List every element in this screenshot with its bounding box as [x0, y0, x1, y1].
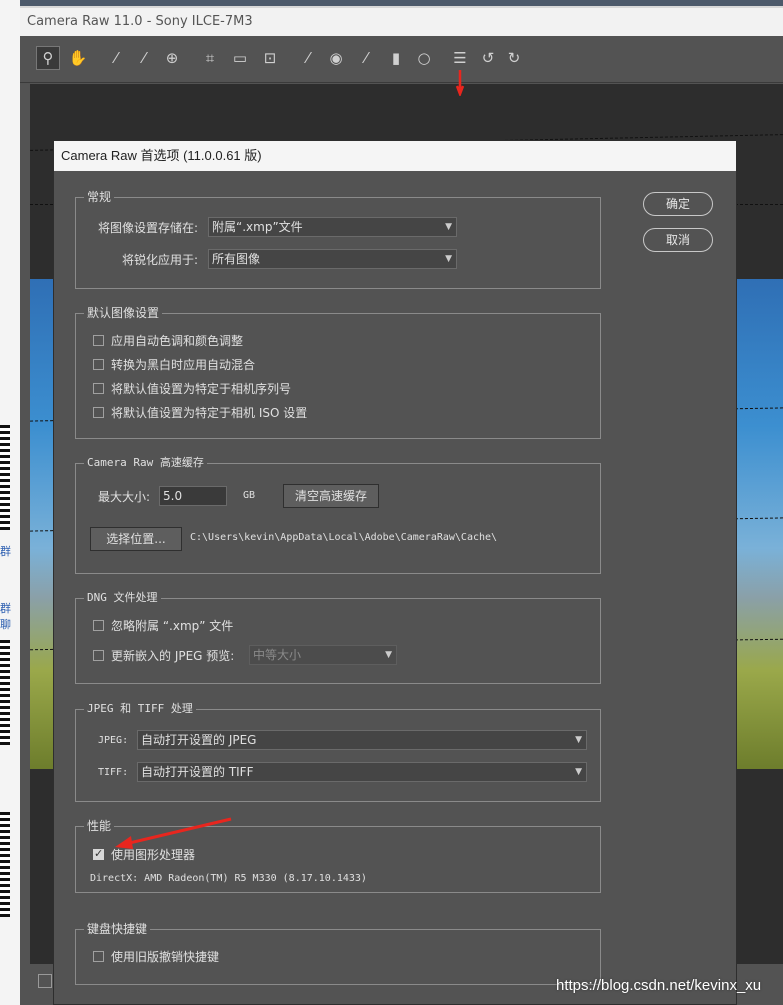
ok-button[interactable]: 确定: [643, 192, 713, 216]
targeted-adjustment-icon[interactable]: ⊕: [160, 46, 184, 70]
jpeg-select[interactable]: 自动打开设置的 JPEG ▼: [137, 730, 587, 750]
color-sampler-icon[interactable]: ⁄: [132, 46, 156, 70]
sharpen-select[interactable]: 所有图像 ▼: [208, 249, 457, 269]
qr-code-image: [0, 812, 10, 917]
annotation-arrow-icon: [455, 70, 465, 96]
jpeg-tiff-group: JPEG 和 TIFF 处理 JPEG: 自动打开设置的 JPEG ▼ TIFF:…: [75, 701, 601, 802]
group-legend: 键盘快捷键: [84, 921, 151, 937]
select-value: 中等大小: [253, 648, 302, 662]
chevron-down-icon: ▼: [575, 735, 582, 745]
qr-code-image: [0, 425, 10, 530]
preferences-dialog: Camera Raw 首选项 (11.0.0.61 版) 确定 取消 常规 将图…: [53, 140, 737, 1005]
legacy-undo-checkbox[interactable]: [93, 951, 104, 962]
save-settings-label: 将图像设置存储在:: [98, 221, 199, 235]
preferences-icon[interactable]: ☰: [448, 46, 472, 70]
group-legend: Camera Raw 高速缓存: [84, 455, 207, 471]
side-text: 群聊: [0, 602, 11, 631]
watermark: https://blog.csdn.net/kevinx_xu: [556, 977, 762, 994]
sharpen-label: 将锐化应用于:: [122, 253, 199, 267]
background-window-strip: [0, 0, 783, 6]
crop-icon[interactable]: ⌗: [198, 46, 222, 70]
general-group: 常规 将图像设置存储在: 附属“.xmp”文件 ▼ 将锐化应用于: 所有图像 ▼: [75, 189, 601, 289]
group-legend: 默认图像设置: [84, 305, 163, 321]
hand-icon[interactable]: ✋: [66, 46, 90, 70]
select-value: 自动打开设置的 TIFF: [141, 765, 254, 779]
directx-info: DirectX: AMD Radeon(TM) R5 M330 (8.17.10…: [90, 873, 367, 884]
serial-number-checkbox[interactable]: [93, 383, 104, 394]
group-legend: JPEG 和 TIFF 处理: [84, 701, 196, 717]
keyboard-shortcuts-group: 键盘快捷键 使用旧版撤销快捷键: [75, 921, 601, 985]
chevron-down-icon: ▼: [445, 254, 452, 264]
jpeg-label: JPEG:: [98, 735, 129, 746]
chevron-down-icon: ▼: [385, 650, 392, 660]
select-value: 附属“.xmp”文件: [212, 220, 303, 234]
rotate-left-icon[interactable]: ↺: [476, 46, 500, 70]
checkbox-label: 将默认值设置为特定于相机 ISO 设置: [111, 406, 308, 420]
dialog-title: Camera Raw 首选项 (11.0.0.61 版): [54, 141, 736, 171]
group-legend: DNG 文件处理: [84, 590, 161, 606]
cache-path: C:\Users\kevin\AppData\Local\Adobe\Camer…: [190, 532, 498, 543]
cache-group: Camera Raw 高速缓存 最大大小: 5.0 GB 清空高速缓存 选择位置…: [75, 455, 601, 574]
rotate-right-icon[interactable]: ↻: [502, 46, 526, 70]
auto-grayscale-checkbox[interactable]: [93, 359, 104, 370]
save-settings-select[interactable]: 附属“.xmp”文件 ▼: [208, 217, 457, 237]
spot-removal-icon[interactable]: ⁄: [296, 46, 320, 70]
qr-code-image: [0, 640, 10, 745]
radial-filter-icon[interactable]: ○: [412, 46, 436, 70]
select-value: 所有图像: [212, 252, 261, 266]
transform-icon[interactable]: ⊡: [258, 46, 282, 70]
zoom-icon[interactable]: ⚲: [36, 46, 60, 70]
group-legend: 常规: [84, 189, 115, 205]
chevron-down-icon: ▼: [575, 767, 582, 777]
default-image-settings-group: 默认图像设置 应用自动色调和颜色调整 转换为黑白时应用自动混合 将默认值设置为特…: [75, 305, 601, 439]
max-size-label: 最大大小:: [98, 490, 151, 504]
select-value: 自动打开设置的 JPEG: [141, 733, 257, 747]
window-title: Camera Raw 11.0 - Sony ILCE-7M3: [20, 8, 783, 36]
tiff-select[interactable]: 自动打开设置的 TIFF ▼: [137, 762, 587, 782]
toolbar: ⚲ ✋ ⁄ ⁄ ⊕ ⌗ ▭ ⊡ ⁄ ◉ ⁄ ▮ ○ ☰ ↺ ↻: [20, 36, 783, 83]
annotation-arrow-icon: [115, 817, 232, 849]
checkbox-label: 应用自动色调和颜色调整: [111, 334, 244, 348]
straighten-icon[interactable]: ▭: [228, 46, 252, 70]
graduated-filter-icon[interactable]: ▮: [384, 46, 408, 70]
max-size-input[interactable]: 5.0: [159, 486, 227, 506]
checkbox-label: 将默认值设置为特定于相机序列号: [111, 382, 292, 396]
cancel-button[interactable]: 取消: [643, 228, 713, 252]
chevron-down-icon: ▼: [445, 222, 452, 232]
checkbox-label: 转换为黑白时应用自动混合: [111, 358, 256, 372]
side-text: 群: [0, 545, 11, 558]
red-eye-icon[interactable]: ◉: [324, 46, 348, 70]
tiff-label: TIFF:: [98, 767, 129, 778]
auto-tone-checkbox[interactable]: [93, 335, 104, 346]
iso-checkbox[interactable]: [93, 407, 104, 418]
ignore-xmp-checkbox[interactable]: [93, 620, 104, 631]
preview-size-select[interactable]: 中等大小 ▼: [249, 645, 397, 665]
checkbox-label: 使用旧版撤销快捷键: [111, 950, 220, 964]
select-location-button[interactable]: 选择位置...: [90, 527, 182, 551]
white-balance-icon[interactable]: ⁄: [104, 46, 128, 70]
minus-icon[interactable]: [38, 974, 52, 988]
background-page-strip: 群 群聊: [0, 0, 20, 1005]
update-jpeg-preview-checkbox[interactable]: [93, 650, 104, 661]
use-gpu-checkbox[interactable]: [93, 847, 104, 860]
unit-label: GB: [243, 490, 256, 501]
checkbox-label: 更新嵌入的 JPEG 预览:: [111, 649, 235, 663]
checkbox-label: 忽略附属 “.xmp” 文件: [111, 619, 234, 633]
purge-cache-button[interactable]: 清空高速缓存: [283, 484, 379, 508]
adjustment-brush-icon[interactable]: ⁄: [354, 46, 378, 70]
dng-group: DNG 文件处理 忽略附属 “.xmp” 文件 更新嵌入的 JPEG 预览: 中…: [75, 590, 601, 684]
